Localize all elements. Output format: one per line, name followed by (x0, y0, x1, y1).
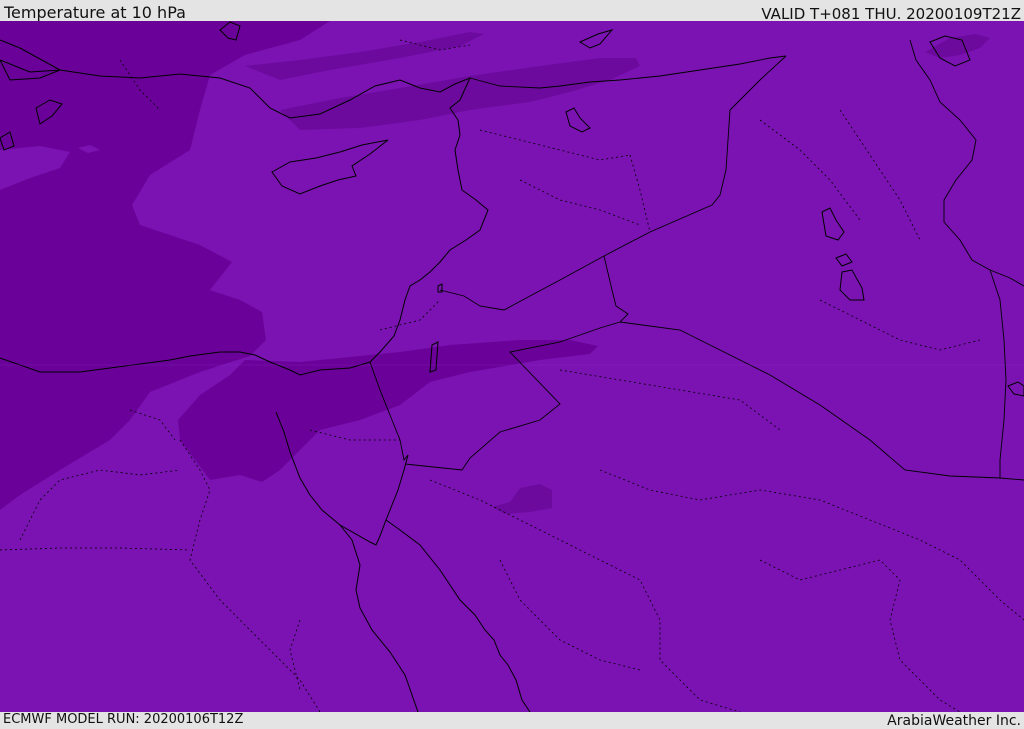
credit-label: ArabiaWeather Inc. (887, 713, 1021, 729)
map-title: Temperature at 10 hPa (4, 3, 186, 22)
model-run-label: ECMWF MODEL RUN: 20200106T12Z (3, 712, 244, 727)
temperature-map[interactable] (0, 21, 1024, 712)
